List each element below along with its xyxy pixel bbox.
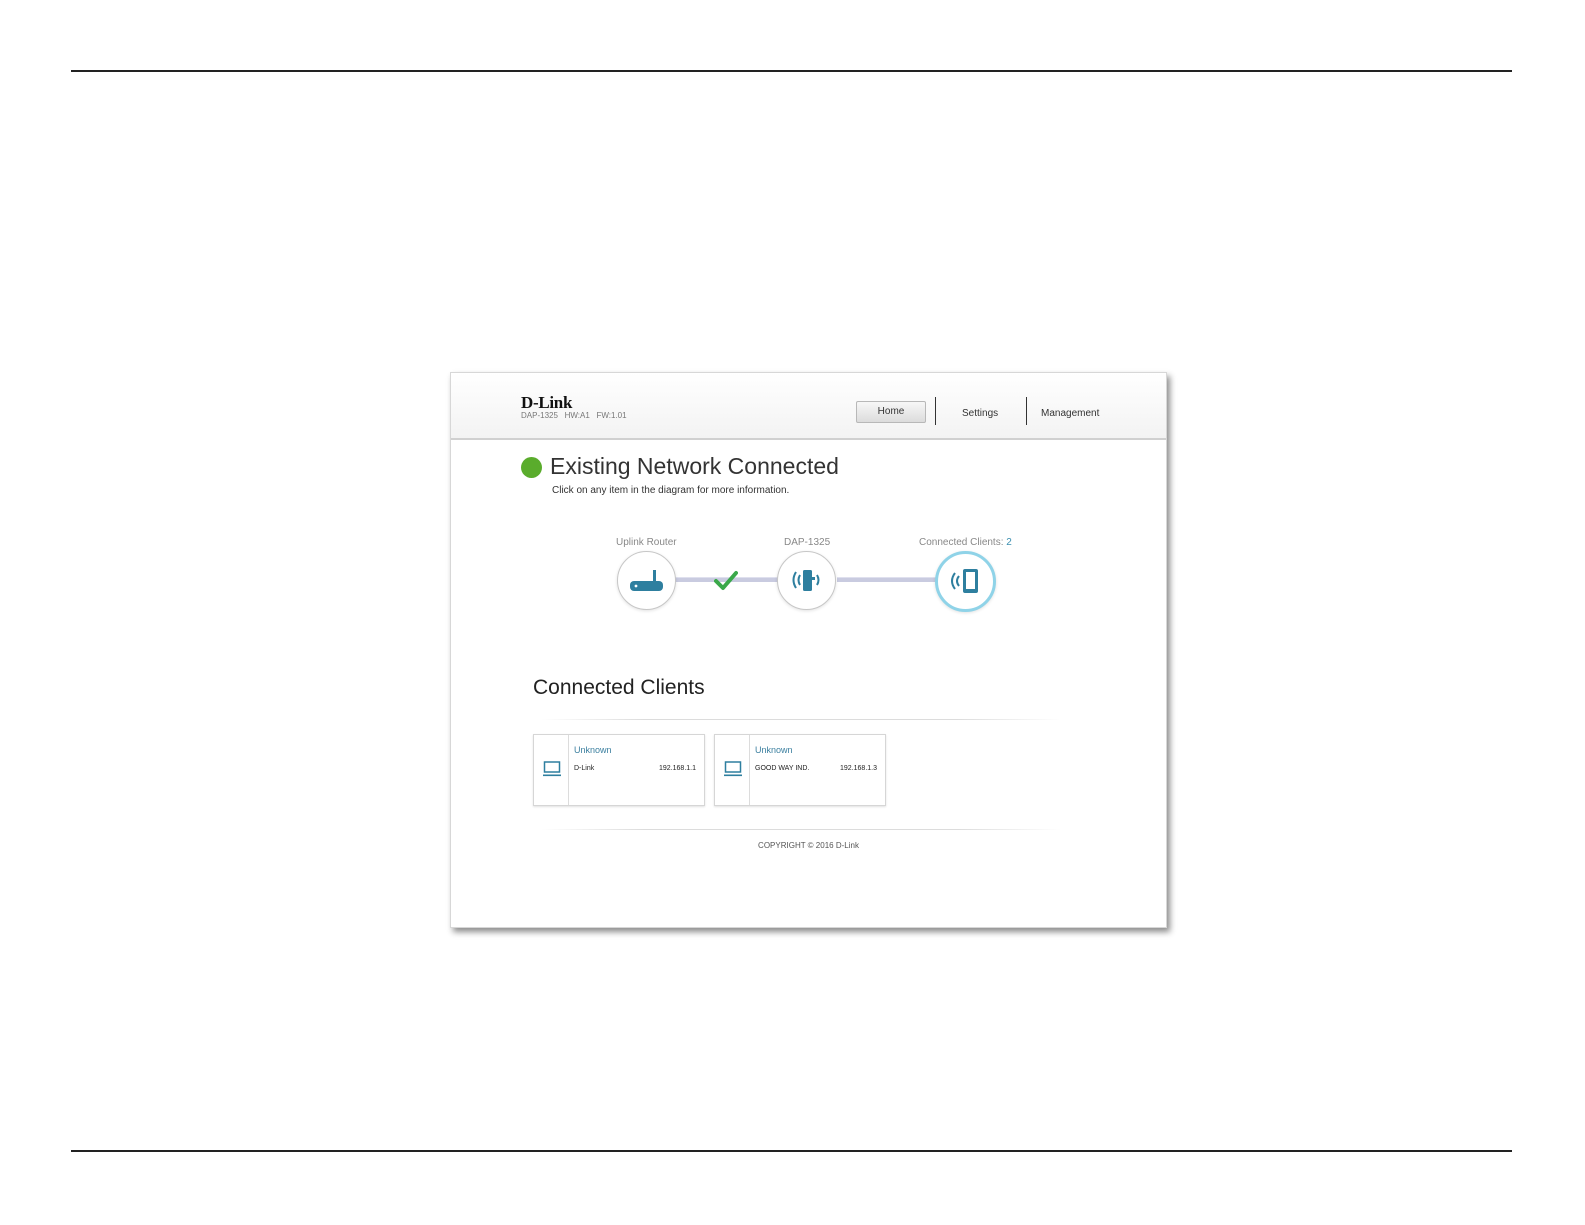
mobile-device-icon xyxy=(951,569,978,593)
client-name: Unknown xyxy=(755,745,793,755)
router-ui-screenshot: D-Link DAP-1325 HW:A1 FW:1.01 Home Setti… xyxy=(450,372,1167,928)
client-vendor: GOOD WAY IND. xyxy=(755,765,810,772)
extender-node[interactable] xyxy=(777,551,836,610)
client-name: Unknown xyxy=(574,745,612,755)
client-vendor: D-Link xyxy=(574,765,595,772)
footer-divider xyxy=(541,829,1061,830)
nav-settings-link[interactable]: Settings xyxy=(962,408,998,419)
client-card[interactable]: Unknown GOOD WAY IND. 192.168.1.3 xyxy=(714,734,886,806)
clients-count: 2 xyxy=(1006,537,1012,548)
connected-clients-heading: Connected Clients xyxy=(533,676,705,699)
device-label: DAP-1325 xyxy=(784,537,831,548)
dlink-logo: D-Link xyxy=(521,393,573,412)
nav-separator xyxy=(1026,397,1027,425)
client-connection-line xyxy=(837,577,941,582)
section-divider xyxy=(541,719,1061,720)
status-indicator-dot xyxy=(521,457,542,478)
device-info: DAP-1325 HW:A1 FW:1.01 xyxy=(521,411,627,420)
nav-home-button[interactable]: Home xyxy=(856,401,926,423)
top-page-rule xyxy=(71,70,1512,72)
hw-version: HW:A1 xyxy=(564,411,590,420)
nav-separator xyxy=(935,397,936,425)
status-title: Existing Network Connected xyxy=(550,453,839,479)
router-icon xyxy=(630,570,663,591)
copyright-text: COPYRIGHT © 2016 D-Link xyxy=(758,841,859,850)
laptop-icon xyxy=(543,761,561,782)
client-ip: 192.168.1.3 xyxy=(840,765,877,772)
connected-clients-node[interactable] xyxy=(935,551,996,612)
fw-version: FW:1.01 xyxy=(596,411,627,420)
client-card[interactable]: Unknown D-Link 192.168.1.1 xyxy=(533,734,705,806)
nav-management-link[interactable]: Management xyxy=(1041,408,1099,419)
connected-clients-label: Connected Clients: 2 xyxy=(919,537,1012,548)
connected-check-icon xyxy=(714,570,738,597)
uplink-router-label: Uplink Router xyxy=(616,537,677,548)
uplink-router-node[interactable] xyxy=(617,551,676,610)
bottom-page-rule xyxy=(71,1150,1512,1152)
model-text: DAP-1325 xyxy=(521,411,558,420)
header-bar: D-Link DAP-1325 HW:A1 FW:1.01 Home Setti… xyxy=(451,373,1166,440)
laptop-icon xyxy=(724,761,742,782)
client-ip: 192.168.1.1 xyxy=(659,765,696,772)
status-subtitle: Click on any item in the diagram for mor… xyxy=(552,485,790,496)
extender-icon xyxy=(792,570,820,591)
